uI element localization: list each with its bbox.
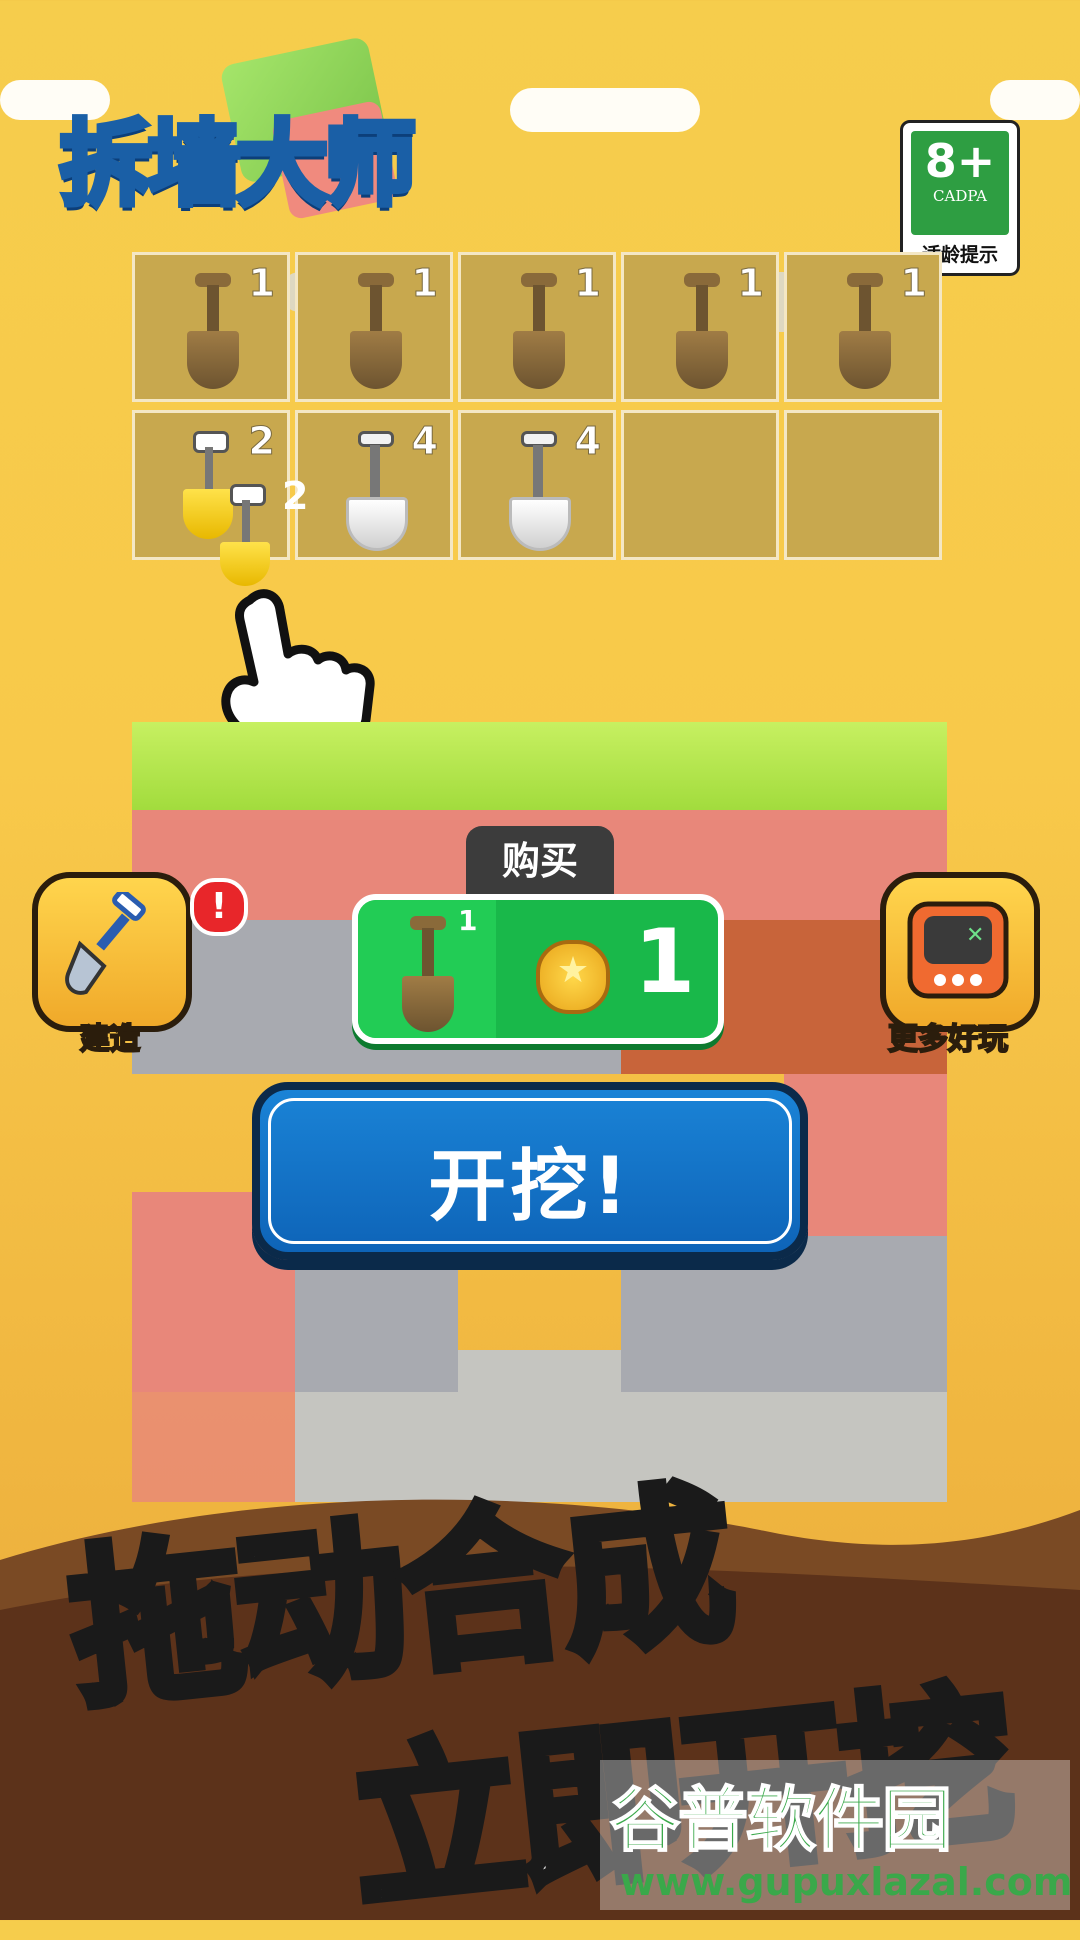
item-count: 1 [248,261,275,306]
brown-shovel-icon[interactable] [183,273,243,393]
game-console-icon: ✕ [907,901,1009,999]
item-count: 4 [574,419,601,464]
build-button[interactable] [32,872,192,1032]
brown-shovel-icon[interactable] [346,273,406,393]
dragging-item-count: 2 [282,474,309,518]
dig-button[interactable]: 开挖! [252,1082,808,1260]
buy-button[interactable]: 1 ★ 1 [352,894,724,1044]
stone-block[interactable] [784,1236,947,1392]
coin-icon: ★ [536,940,610,1014]
grass-block[interactable] [458,722,621,810]
buy-tag: 购买 [466,826,614,896]
white-shovel-icon[interactable] [346,431,408,551]
dirt-block[interactable] [784,1074,947,1236]
merge-grid: 1 1 1 1 1 2 4 4 2 [132,252,948,586]
game-logo: 拆墙大师 [57,35,480,221]
item-count: 2 [248,419,275,464]
brown-shovel-icon[interactable] [672,273,732,393]
brown-shovel-icon [398,916,458,1036]
buy-item-count: 1 [458,904,478,937]
white-shovel-icon[interactable] [509,431,571,551]
build-label: 建造 [79,1021,141,1058]
buy-price: 1 [634,910,696,1013]
age-rating: 8+ [924,134,996,188]
grid-cell[interactable]: 1 [784,252,942,402]
grid-cell[interactable]: 1 [132,252,290,402]
grid-cell-empty[interactable] [784,410,942,560]
grid-cell[interactable]: 4 [295,410,453,560]
grass-block[interactable] [295,722,458,810]
watermark-name: 谷普软件园 [609,1778,953,1862]
grid-cell[interactable]: 1 [458,252,616,402]
item-count: 4 [411,419,438,464]
grid-cell[interactable]: 1 [621,252,779,402]
logo-title: 拆墙大师 [57,108,419,221]
watermark-url: www.gupuxlazal.com [620,1860,1073,1904]
item-count: 1 [900,261,927,306]
grid-cell[interactable]: 1 [295,252,453,402]
item-count: 1 [411,261,438,306]
grid-cell[interactable]: 4 [458,410,616,560]
notification-badge: ! [190,878,248,936]
watermark: 谷普软件园 www.gupuxlazal.com [600,1760,1073,1910]
grass-block[interactable] [621,722,784,810]
more-games-label: 更多好玩 [887,1021,1009,1058]
grass-block[interactable] [132,722,295,810]
shovel-icon [65,892,146,995]
brown-shovel-icon[interactable] [835,273,895,393]
dig-button-label: 开挖! [428,1142,632,1232]
more-games-button[interactable]: ✕ [880,872,1040,1032]
grass-block[interactable] [784,722,947,810]
cloud [510,88,700,132]
brown-shovel-icon[interactable] [509,273,569,393]
svg-text:✕: ✕ [966,923,984,948]
item-count: 1 [737,261,764,306]
grid-cell-empty[interactable] [621,410,779,560]
cloud [990,80,1080,120]
item-count: 1 [574,261,601,306]
